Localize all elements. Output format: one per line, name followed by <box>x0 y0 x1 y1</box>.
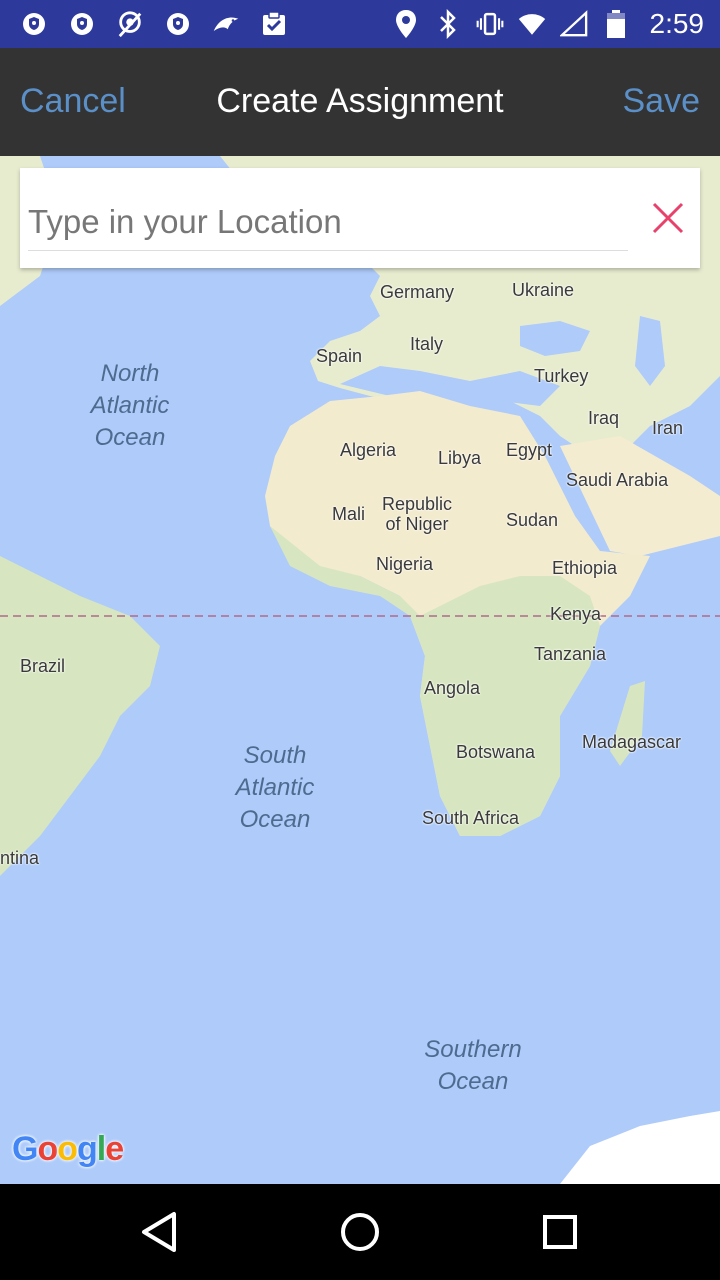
google-logo-letter: g <box>77 1130 98 1168</box>
map-label: Kenya <box>550 604 602 624</box>
shield-icon <box>68 10 96 38</box>
map-label: Egypt <box>506 440 553 460</box>
map-label: Spain <box>316 346 363 366</box>
map-label: Madagascar <box>582 732 682 752</box>
map-label: Libya <box>438 448 482 468</box>
bluetooth-icon <box>434 9 462 39</box>
location-search-input[interactable] <box>28 194 628 251</box>
save-button[interactable]: Save <box>623 82 701 121</box>
map-label: Saudi Arabia <box>566 470 669 490</box>
map-label: Tanzania <box>534 644 607 664</box>
map-label: Mali <box>332 504 366 524</box>
map-label: Sudan <box>506 510 559 530</box>
navigation-bar <box>0 1184 720 1280</box>
map-label: Republic of Niger <box>382 494 453 534</box>
map-label: Iran <box>652 418 684 438</box>
map-view[interactable]: Germany Ukraine Spain Italy Turkey Iraq … <box>0 156 720 1184</box>
location-icon <box>392 10 420 38</box>
vpn-icon <box>116 10 144 38</box>
map-label: ntina <box>0 848 40 868</box>
ocean-label: Southern Ocean <box>424 1036 522 1095</box>
cancel-button[interactable]: Cancel <box>20 82 126 121</box>
ocean-label: North Atlantic Ocean <box>90 360 170 451</box>
shield-icon <box>20 10 48 38</box>
map-label: Botswana <box>456 742 536 762</box>
google-logo-letter: G <box>12 1130 38 1168</box>
dolphin-icon <box>212 10 240 38</box>
map-label: Germany <box>380 282 455 302</box>
signal-icon <box>559 10 588 38</box>
clear-icon[interactable] <box>648 198 688 238</box>
google-logo-letter: o <box>57 1130 78 1168</box>
map-label: Algeria <box>340 440 397 460</box>
wifi-icon <box>518 10 546 38</box>
map-land <box>0 156 720 1184</box>
google-logo-letter: e <box>105 1130 124 1168</box>
google-logo-letter: o <box>37 1130 58 1168</box>
recents-icon[interactable] <box>536 1208 584 1256</box>
map-label: Angola <box>424 678 481 698</box>
home-icon[interactable] <box>336 1208 384 1256</box>
app-bar: Cancel Create Assignment Save <box>0 48 720 156</box>
map-label: Ethiopia <box>552 558 618 578</box>
vibrate-icon <box>476 10 504 38</box>
google-logo-letter: l <box>96 1130 107 1168</box>
map-label: Italy <box>410 334 444 354</box>
map-label: Iraq <box>588 408 620 428</box>
ocean-label: South Atlantic Ocean <box>235 742 315 833</box>
shield-icon <box>164 10 192 38</box>
map-label: South Africa <box>422 808 520 828</box>
google-logo: Google <box>12 1130 124 1169</box>
battery-icon <box>602 10 630 38</box>
map-label: Brazil <box>20 656 66 676</box>
map-label: Turkey <box>534 366 589 386</box>
location-search-box <box>20 168 700 268</box>
map-label: Nigeria <box>376 554 434 574</box>
clipboard-check-icon <box>260 10 288 38</box>
map-label: Ukraine <box>512 280 575 300</box>
back-icon[interactable] <box>136 1208 184 1256</box>
status-time: 2:59 <box>649 8 705 39</box>
status-bar: 2:59 <box>0 0 720 48</box>
